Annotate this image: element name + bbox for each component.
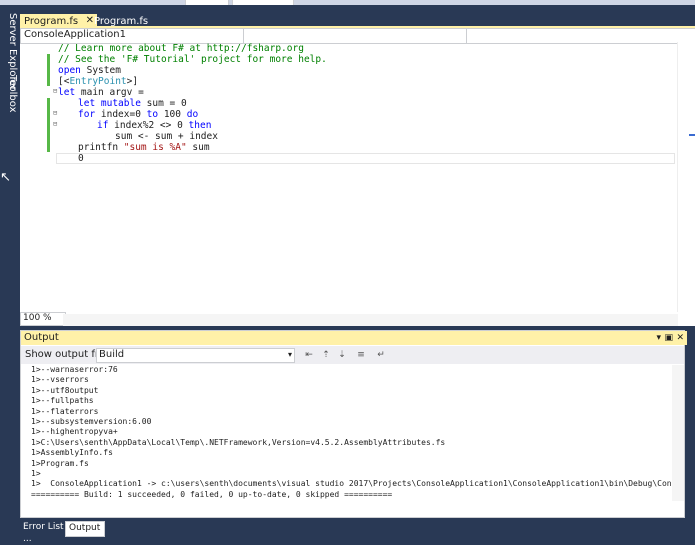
chevron-down-icon: ▾ [287, 350, 292, 359]
output-source-dropdown[interactable]: Build ▾ [96, 348, 295, 363]
output-line: 1>--vserrors [31, 375, 89, 385]
word-wrap-icon[interactable]: ↵ [375, 349, 387, 361]
vertical-scrollbar[interactable] [677, 42, 695, 312]
project-name: ConsoleApplication1 [24, 29, 126, 40]
output-panel: Output ▾ ▣ ✕ Show output from: Build ▾ ⇤… [20, 330, 687, 518]
zoom-level: 100 % [23, 313, 52, 323]
fold-toggle-icon[interactable]: ⊟ [53, 109, 57, 117]
output-title: Output [24, 332, 59, 343]
pin-icon[interactable]: ▣ [664, 331, 673, 345]
code-line-3: open System [58, 65, 121, 76]
output-toolbar: Show output from: Build ▾ ⇤ ⇡ ⇣ ≡ ↵ [21, 346, 684, 364]
left-tool-tabs: Server Explorer Toolbox ↖ [0, 5, 20, 545]
output-line: 1> [31, 468, 41, 478]
output-line: ========== Build: 1 succeeded, 0 failed,… [31, 489, 393, 499]
code-line-7: for index=0 to 100 do [78, 109, 199, 120]
output-text[interactable]: 1>--warnaserror:76 1>--vserrors 1>--utf8… [31, 365, 681, 515]
previous-message-icon[interactable]: ⇡ [320, 349, 332, 361]
code-line-1: // Learn more about F# at http://fsharp.… [58, 43, 304, 54]
clear-all-icon[interactable]: ≡ [355, 349, 367, 361]
output-line: 1>Program.fs [31, 458, 89, 468]
output-line: 1> ConsoleApplication1 -> c:\users\senth… [31, 479, 681, 489]
caret-position-marker [689, 134, 695, 136]
output-line: 1>AssemblyInfo.fs [31, 448, 113, 458]
change-marker [47, 98, 50, 152]
code-line-8: if index%2 <> 0 then [97, 120, 212, 131]
code-line-9: sum <- sum + index [115, 131, 218, 142]
current-line-highlight [56, 153, 675, 164]
panel-menu-icon[interactable]: ▾ [656, 331, 661, 345]
code-line-11: 0 [78, 153, 84, 164]
close-icon[interactable]: ✕ [676, 331, 684, 345]
output-line: 1>--flaterrors [31, 406, 99, 416]
fold-toggle-icon[interactable]: ⊟ [53, 87, 57, 95]
code-line-2: // See the 'F# Tutorial' project for mor… [58, 54, 327, 65]
zoom-dropdown[interactable]: 100 % [20, 312, 66, 326]
output-line: 1>C:\Users\senth\AppData\Local\Temp\.NET… [31, 437, 446, 447]
output-line: 1>--highentropyva+ [31, 427, 118, 437]
mouse-cursor-icon: ↖ [0, 170, 11, 185]
output-panel-header: Output ▾ ▣ ✕ [21, 331, 687, 345]
code-line-10: printfn "sum is %A" sum [78, 142, 210, 153]
output-line: 1>--subsystemversion:6.00 [31, 416, 152, 426]
output-line: 1>--warnaserror:76 [31, 365, 118, 374]
document-tabs: Program.fs ✕ Program.fs [20, 5, 695, 34]
code-editor[interactable]: ConsoleApplication1 ▾ ▾ ▾ ⊟ ⊟ ⊟ // Learn… [20, 26, 695, 326]
code-area[interactable]: ⊟ ⊟ ⊟ // Learn more about F# at http://f… [20, 42, 675, 312]
start-button[interactable] [300, 0, 340, 4]
output-source-value: Build [99, 349, 125, 360]
bottom-panel-tabs: Error List ... Output [20, 519, 695, 544]
horizontal-scrollbar[interactable] [63, 314, 678, 326]
output-line: 1>--utf8output [31, 385, 99, 395]
next-message-icon[interactable]: ⇣ [336, 349, 348, 361]
code-line-6: let mutable sum = 0 [78, 98, 187, 109]
toolbox-tab[interactable]: Toolbox [2, 75, 18, 113]
tab-error-list[interactable]: Error List ... [20, 521, 70, 544]
output-vertical-scrollbar[interactable] [672, 365, 684, 501]
tab-output[interactable]: Output [65, 521, 105, 537]
change-marker [47, 54, 50, 86]
code-line-4: [<EntryPoint>] [58, 76, 139, 87]
find-message-icon[interactable]: ⇤ [303, 349, 315, 361]
output-line: 1>--fullpaths [31, 396, 94, 406]
fold-toggle-icon[interactable]: ⊟ [53, 120, 57, 128]
code-line-5: let main argv = [58, 87, 144, 98]
